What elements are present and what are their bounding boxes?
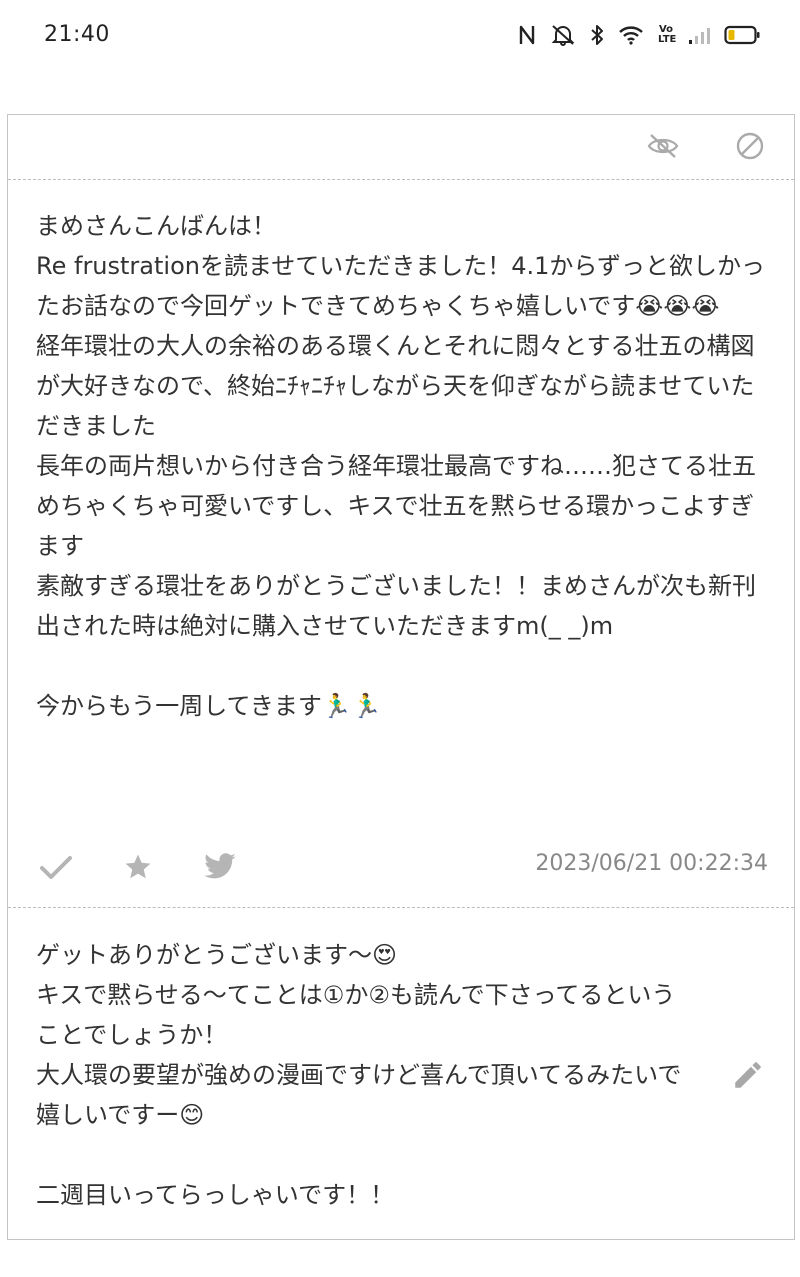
status-icons: Vo LTE	[518, 20, 760, 50]
eye-off-icon[interactable]	[646, 129, 680, 163]
star-icon[interactable]	[116, 847, 160, 887]
bluetooth-icon	[590, 24, 604, 46]
divider	[8, 907, 794, 908]
volte-icon: Vo LTE	[658, 24, 677, 45]
message-text: まめさんこんばんは！ Re frustrationを読ませていただきました！4.…	[36, 212, 765, 720]
battery-icon	[724, 24, 760, 46]
check-icon[interactable]	[34, 847, 78, 887]
message-card: まめさんこんばんは！ Re frustrationを読ませていただきました！4.…	[7, 114, 795, 1240]
nfc-icon	[518, 24, 536, 46]
message-actions	[34, 847, 280, 887]
divider	[8, 179, 794, 180]
reply-text: ゲットありがとうございます〜😍 キスで黙らせる〜てことは①か②も読んで下さってる…	[36, 941, 682, 1209]
wifi-icon	[618, 24, 644, 46]
timestamp: 2023/06/21 00:22:34	[535, 851, 768, 876]
mute-icon	[550, 24, 576, 46]
signal-icon	[688, 25, 710, 45]
twitter-icon[interactable]	[198, 847, 242, 887]
card-header	[8, 115, 794, 179]
status-bar: 21:40 Vo LTE	[0, 0, 800, 72]
status-time: 21:40	[44, 22, 110, 47]
pencil-icon[interactable]	[728, 1055, 768, 1095]
block-icon[interactable]	[733, 129, 767, 163]
